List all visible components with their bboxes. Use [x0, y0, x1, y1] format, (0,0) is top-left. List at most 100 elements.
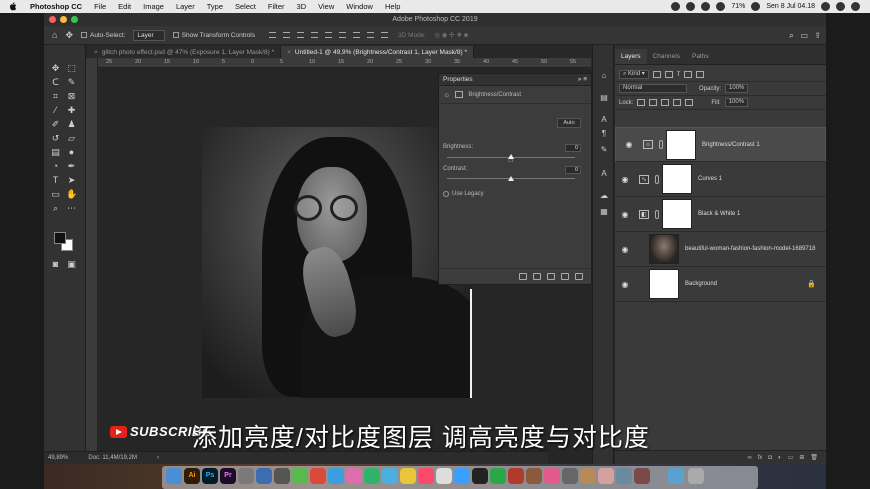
chrome-icon[interactable] — [328, 468, 344, 484]
eye-icon[interactable]: ◉ — [623, 140, 635, 149]
app-icon[interactable] — [598, 468, 614, 484]
screen-mode-icon[interactable]: ▣ — [66, 259, 77, 270]
rectangle-tool-icon[interactable]: ▭ — [50, 189, 61, 200]
filter-kind-dropdown[interactable]: ⌕ Kind ▾ — [619, 70, 649, 79]
zoom-window-button[interactable] — [71, 16, 78, 23]
app-icon[interactable] — [616, 468, 632, 484]
glyphs-icon[interactable]: A — [599, 169, 609, 178]
lock-all-icon[interactable] — [685, 99, 694, 106]
link-icon[interactable] — [655, 174, 659, 184]
menu-file[interactable]: File — [88, 2, 112, 11]
app-icon[interactable] — [382, 468, 398, 484]
contrast-slider-thumb[interactable] — [508, 176, 514, 181]
filter-smart-icon[interactable] — [696, 71, 705, 78]
align-right-icon[interactable] — [339, 32, 347, 38]
new-group-icon[interactable]: ▭ — [788, 454, 794, 461]
layer-row[interactable]: ◉ ◧ Black & White 1 — [615, 197, 826, 232]
close-tab-icon[interactable]: × — [287, 49, 291, 56]
visibility-icon[interactable] — [561, 273, 569, 280]
move-tool-icon[interactable]: ✥ — [50, 63, 61, 74]
link-layers-icon[interactable]: ∞ — [747, 455, 751, 461]
bluetooth-icon[interactable] — [701, 2, 711, 11]
filter-adjustment-icon[interactable] — [664, 71, 673, 78]
battery-icon[interactable] — [751, 2, 761, 11]
distribute-icon[interactable] — [353, 32, 361, 38]
app-store-icon[interactable] — [454, 468, 470, 484]
new-layer-icon[interactable]: ⊞ — [799, 454, 804, 461]
menu-filter[interactable]: Filter — [262, 2, 291, 11]
app-icon[interactable] — [562, 468, 578, 484]
filter-shape-icon[interactable] — [684, 71, 693, 78]
app-icon[interactable] — [544, 468, 560, 484]
music-icon[interactable] — [418, 468, 434, 484]
workspace-icon[interactable]: ▭ — [800, 31, 808, 40]
app-icon[interactable] — [634, 468, 650, 484]
eye-icon[interactable]: ◉ — [619, 245, 631, 254]
filter-type-icon[interactable]: T — [677, 72, 681, 78]
app-icon[interactable] — [346, 468, 362, 484]
battery-percent[interactable]: 71% — [731, 3, 745, 10]
eye-icon[interactable]: ◉ — [619, 280, 631, 289]
gradient-tool-icon[interactable]: ▤ — [50, 147, 61, 158]
align-bottom-icon[interactable] — [297, 32, 305, 38]
delete-icon[interactable] — [575, 273, 583, 280]
history-brush-icon[interactable]: ↺ — [50, 133, 61, 144]
align-top-icon[interactable] — [269, 32, 277, 38]
brightness-input[interactable]: 0 — [565, 144, 581, 152]
properties-icon[interactable]: ▤ — [599, 93, 609, 102]
finder-icon[interactable] — [166, 468, 182, 484]
pen-tool-icon[interactable]: ✒ — [66, 161, 77, 172]
distribute-2-icon[interactable] — [367, 32, 375, 38]
menu-app-name[interactable]: Photoshop CC — [24, 2, 88, 11]
auto-button[interactable]: Auto — [557, 118, 581, 128]
clock[interactable]: Sen 8 Jul 04.18 — [766, 3, 815, 10]
layer-thumbnail[interactable] — [649, 269, 679, 299]
clip-to-layer-icon[interactable] — [519, 273, 527, 280]
wifi-icon[interactable] — [716, 2, 726, 11]
eye-icon[interactable]: ◉ — [619, 210, 631, 219]
tab-layers[interactable]: Layers — [615, 49, 647, 64]
lock-position-icon[interactable] — [661, 99, 670, 106]
menu-help[interactable]: Help — [379, 2, 406, 11]
menu-3d[interactable]: 3D — [291, 2, 313, 11]
status-arrow-icon[interactable]: › — [157, 455, 159, 461]
app-icon[interactable] — [400, 468, 416, 484]
add-mask-icon[interactable]: ◘ — [768, 455, 772, 461]
app-icon[interactable] — [508, 468, 524, 484]
tab-untitled-1[interactable]: × Untitled-1 @ 49,9% (Brightness/Contras… — [281, 46, 474, 58]
app-icon[interactable] — [436, 468, 452, 484]
layer-style-icon[interactable]: fx — [758, 455, 763, 461]
link-icon[interactable] — [655, 209, 659, 219]
blend-mode-dropdown[interactable]: Normal — [619, 84, 687, 93]
auto-select-checkbox[interactable] — [80, 32, 87, 38]
reset-icon[interactable] — [547, 273, 555, 280]
app-icon[interactable] — [490, 468, 506, 484]
align-left-icon[interactable] — [311, 32, 319, 38]
character-icon[interactable]: A — [599, 115, 609, 124]
paragraph-icon[interactable]: ¶ — [599, 129, 609, 138]
delete-layer-icon[interactable]: 🗑 — [810, 454, 818, 461]
wechat-icon[interactable] — [364, 468, 380, 484]
layer-mask-thumbnail[interactable] — [662, 164, 692, 194]
brush-settings-icon[interactable]: ✎ — [599, 145, 609, 154]
search-icon[interactable]: ⌕ — [789, 30, 794, 41]
share-icon[interactable]: ⇪ — [814, 31, 821, 40]
layer-row[interactable]: ◉ ∿ Curves 1 — [615, 162, 826, 197]
premiere-icon[interactable]: Pr — [220, 468, 236, 484]
app-icon[interactable] — [472, 468, 488, 484]
tab-channels[interactable]: Channels — [647, 49, 686, 64]
blur-tool-icon[interactable]: ● — [66, 147, 77, 158]
lasso-tool-icon[interactable]: ᑕ — [50, 77, 61, 88]
more-tools-icon[interactable]: ⋯ — [66, 203, 77, 214]
tab-paths[interactable]: Paths — [686, 49, 715, 64]
type-tool-icon[interactable]: T — [50, 175, 61, 186]
hand-tool-icon[interactable]: ✋ — [66, 189, 77, 200]
menu-layer[interactable]: Layer — [170, 2, 201, 11]
crop-tool-icon[interactable]: ⌗ — [50, 91, 61, 102]
frame-tool-icon[interactable]: ⊠ — [66, 91, 77, 102]
tab-glitch-photo[interactable]: × glitch photo effect.psd @ 47% (Exposur… — [88, 46, 282, 58]
collapse-panel-icon[interactable]: » ≡ — [578, 76, 587, 83]
close-window-button[interactable] — [49, 16, 56, 23]
align-hcenter-icon[interactable] — [325, 32, 333, 38]
zoom-level[interactable]: 49,89% — [48, 455, 68, 461]
